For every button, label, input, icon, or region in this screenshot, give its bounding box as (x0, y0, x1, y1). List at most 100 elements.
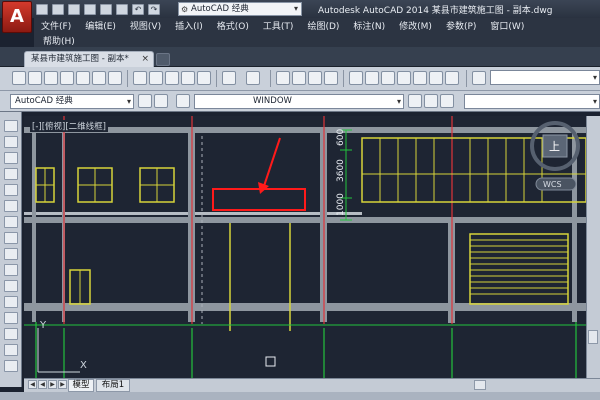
zoom-window-icon[interactable] (308, 71, 322, 85)
ellipse-icon[interactable] (4, 264, 18, 276)
quickcalc-icon[interactable] (429, 71, 443, 85)
plot-icon[interactable] (116, 3, 128, 15)
undo-icon[interactable]: ↶ (132, 3, 144, 15)
insert-block-icon[interactable] (4, 296, 18, 308)
make-current-icon[interactable] (408, 94, 422, 108)
workspace-combo[interactable]: AutoCAD 经典 ▾ (10, 94, 134, 109)
spline-icon[interactable] (4, 248, 18, 260)
zoom-realtime-icon[interactable] (292, 71, 306, 85)
chevron-down-icon: ▾ (293, 4, 298, 13)
print-icon[interactable] (100, 3, 112, 15)
revision-cloud-icon[interactable] (4, 232, 18, 244)
circle-icon[interactable] (4, 216, 18, 228)
design-center-icon[interactable] (365, 71, 379, 85)
separator (466, 70, 467, 87)
properties-icon[interactable] (349, 71, 363, 85)
text-style-combo[interactable]: ▾ (490, 70, 600, 85)
match-properties-icon[interactable] (181, 71, 195, 85)
ucs-y-label: Y (39, 320, 47, 331)
sheet-set-icon[interactable] (397, 71, 411, 85)
ellipse-arc-icon[interactable] (4, 280, 18, 292)
menu-help[interactable]: 帮助(H) (43, 34, 75, 47)
first-layout-button[interactable]: ◀ (28, 380, 37, 389)
color-combo[interactable]: ▾ (464, 94, 600, 109)
previous-layout-button[interactable]: ◀ (38, 380, 47, 389)
menu-bar: 文件(F) 编辑(E) 视图(V) 插入(I) 格式(O) 工具(T) 绘图(D… (34, 18, 600, 33)
hatch-icon[interactable] (4, 344, 18, 356)
wall-band-middle (24, 217, 586, 223)
customize-icon[interactable] (154, 94, 168, 108)
layer-previous-icon[interactable] (424, 94, 438, 108)
menu-insert[interactable]: 插入(I) (168, 19, 210, 32)
next-layout-button[interactable]: ▶ (48, 380, 57, 389)
undo-icon[interactable] (222, 71, 236, 85)
paste-icon[interactable] (165, 71, 179, 85)
print-icon[interactable] (60, 71, 74, 85)
drawing-canvas[interactable]: 600 3600 1000 上 WCS Y X [-][俯视][二维线框] (24, 116, 586, 378)
layer-properties-icon[interactable] (176, 94, 190, 108)
document-tab[interactable]: 某县市建筑施工图 - 副本* × (24, 51, 154, 67)
layer-states-icon[interactable] (440, 94, 454, 108)
menu-format[interactable]: 格式(O) (210, 19, 256, 32)
menu-modify[interactable]: 修改(M) (392, 19, 439, 32)
dimension-text-600: 600 (336, 129, 346, 146)
menu-tools[interactable]: 工具(T) (256, 19, 301, 32)
polyline-icon[interactable] (4, 152, 18, 164)
save-icon[interactable] (68, 3, 80, 15)
menu-view[interactable]: 视图(V) (123, 19, 168, 32)
print-preview-icon[interactable] (76, 71, 90, 85)
zoom-previous-icon[interactable] (324, 71, 338, 85)
new-tab-button[interactable] (156, 53, 170, 66)
menu-file[interactable]: 文件(F) (34, 19, 78, 32)
chevron-down-icon: ▾ (126, 97, 131, 106)
open-icon[interactable] (28, 71, 42, 85)
layer-combo[interactable]: WINDOW ▾ (194, 94, 404, 109)
workspace-settings-icon[interactable] (138, 94, 152, 108)
markup-icon[interactable] (413, 71, 427, 85)
tool-palettes-icon[interactable] (381, 71, 395, 85)
highlight-rectangle (212, 188, 306, 211)
menu-parametric[interactable]: 参数(P) (439, 19, 483, 32)
menu-bar-row-2: 帮助(H) (34, 33, 600, 47)
redo-icon[interactable]: ↷ (148, 3, 160, 15)
block-editor-icon[interactable] (197, 71, 211, 85)
menu-window[interactable]: 窗口(W) (483, 19, 531, 32)
open-file-icon[interactable] (52, 3, 64, 15)
arc-icon[interactable] (4, 200, 18, 212)
3d-print-icon[interactable] (108, 71, 122, 85)
green-axis-lines (35, 322, 577, 378)
vertical-scroll-thumb[interactable] (588, 330, 598, 344)
pan-icon[interactable] (276, 71, 290, 85)
menu-dimension[interactable]: 标注(N) (346, 19, 392, 32)
point-icon[interactable] (4, 328, 18, 340)
polygon-icon[interactable] (4, 168, 18, 180)
save-as-icon[interactable] (84, 3, 96, 15)
workspace-selector[interactable]: ⚙ AutoCAD 经典 ▾ (178, 2, 302, 16)
save-icon[interactable] (44, 71, 58, 85)
horizontal-scroll-thumb[interactable] (474, 380, 486, 390)
cut-icon[interactable] (133, 71, 147, 85)
separator (127, 70, 128, 87)
close-icon[interactable]: × (141, 52, 149, 67)
construction-line-icon[interactable] (4, 136, 18, 148)
publish-icon[interactable] (92, 71, 106, 85)
tab-layout1[interactable]: 布局1 (96, 379, 130, 392)
help-icon[interactable] (445, 71, 459, 85)
menu-edit[interactable]: 编辑(E) (78, 19, 123, 32)
viewport-label[interactable]: [-][俯视][二维线框] (30, 120, 108, 132)
separator (343, 70, 344, 87)
rectangle-icon[interactable] (4, 184, 18, 196)
menu-draw[interactable]: 绘图(D) (300, 19, 346, 32)
new-icon[interactable] (12, 71, 26, 85)
tab-model[interactable]: 模型 (68, 379, 94, 392)
copy-icon[interactable] (149, 71, 163, 85)
text-style-icon[interactable] (472, 71, 486, 85)
line-icon[interactable] (4, 120, 18, 132)
floor-plan-drawing: 600 3600 1000 上 WCS Y X (24, 116, 586, 378)
table-icon[interactable] (4, 360, 18, 372)
application-menu-button[interactable]: A (2, 1, 32, 33)
new-file-icon[interactable] (36, 3, 48, 15)
redo-icon[interactable] (246, 71, 260, 85)
last-layout-button[interactable]: ▶ (58, 380, 67, 389)
make-block-icon[interactable] (4, 312, 18, 324)
